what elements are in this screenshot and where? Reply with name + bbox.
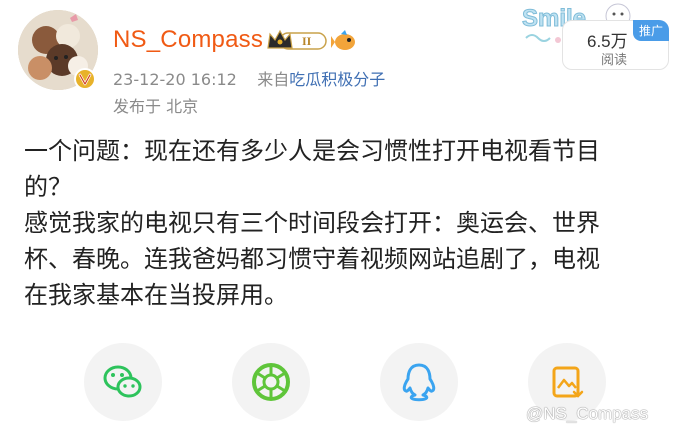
share-qq-button[interactable] [380, 343, 458, 421]
moments-icon [252, 363, 290, 401]
fish-emoji-icon [331, 28, 359, 54]
post-meta: 23-12-20 16:12 来自吃瓜积极分子 [113, 66, 385, 90]
post-content: 一个问题：现在还有多少人是会习惯性打开电视看节目 的？ 感觉我家的电视只有三个时… [24, 133, 669, 313]
share-wechat-button[interactable] [84, 343, 162, 421]
promo-card[interactable]: 推广 6.5万 阅读 [562, 20, 669, 70]
save-image-icon [552, 366, 584, 398]
post-line: 在我家基本在当投屏用。 [24, 281, 288, 309]
post-time: 23-12-20 16:12 [113, 70, 237, 89]
level-badge-text: II [302, 34, 312, 48]
crown-level-icon[interactable]: II [266, 28, 328, 54]
source-link[interactable]: 吃瓜积极分子 [289, 70, 385, 89]
promo-tag: 推广 [632, 20, 669, 41]
post-line: 感觉我家的电视只有三个时间段会打开：奥运会、世界 [24, 209, 600, 237]
views-label: 阅读 [601, 53, 628, 68]
username[interactable]: NS_Compass [113, 26, 263, 54]
verified-v-icon [74, 68, 96, 90]
share-moments-button[interactable] [232, 343, 310, 421]
watermark: @NS_Compass [526, 404, 649, 423]
qq-icon [402, 363, 436, 402]
avatar[interactable] [18, 10, 98, 90]
source-prefix: 来自 [257, 70, 290, 89]
post-line: 一个问题：现在还有多少人是会习惯性打开电视看节目 [24, 137, 600, 165]
post-line: 的？ [24, 173, 72, 201]
post-line: 杯、春晚。连我爸妈都习惯守着视频网站追剧了，电视 [24, 245, 600, 273]
wechat-icon [103, 365, 142, 398]
post-location: 发布于 北京 [113, 97, 199, 116]
